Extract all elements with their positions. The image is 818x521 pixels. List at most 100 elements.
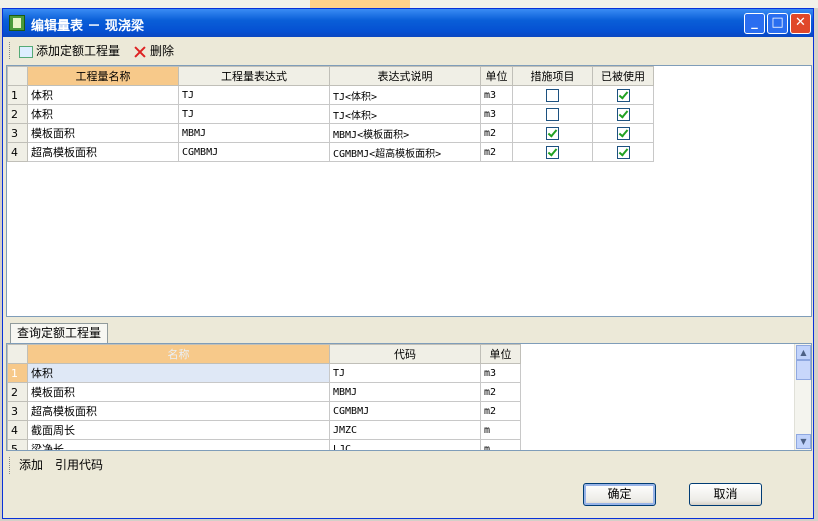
cell-used xyxy=(592,142,654,162)
cell-name[interactable]: 模板面积 xyxy=(27,123,179,143)
col-header-code[interactable]: 代码 xyxy=(329,344,481,364)
row-number-header xyxy=(7,344,28,364)
row-number: 3 xyxy=(7,401,28,421)
measure-checkbox[interactable] xyxy=(546,88,559,102)
used-checkbox[interactable] xyxy=(616,107,630,121)
cell-unit[interactable]: m2 xyxy=(480,123,513,143)
row-number: 2 xyxy=(7,382,28,402)
cell-name[interactable]: 体积 xyxy=(27,85,179,105)
minimize-button[interactable]: _ xyxy=(744,13,765,34)
measure-checkbox[interactable] xyxy=(546,107,559,121)
cell-unit[interactable]: m xyxy=(480,439,521,450)
col-header-unit[interactable]: 单位 xyxy=(480,344,521,364)
row-number: 4 xyxy=(7,420,28,440)
cell-code[interactable]: TJ xyxy=(329,363,481,383)
cell-measure xyxy=(512,104,593,124)
row-number: 5 xyxy=(7,439,28,450)
cell-code[interactable]: JMZC xyxy=(329,420,481,440)
table-row[interactable]: 2 体积 TJ TJ<体积> m3 xyxy=(7,104,654,124)
cell-expression[interactable]: MBMJ xyxy=(178,123,330,143)
cell-measure xyxy=(512,142,593,162)
app-icon xyxy=(9,15,25,31)
scroll-up-icon[interactable]: ▲ xyxy=(796,345,811,360)
used-checkbox[interactable] xyxy=(616,145,630,159)
cell-code[interactable]: CGMBMJ xyxy=(329,401,481,421)
quantity-grid: 工程量名称 工程量表达式 表达式说明 单位 措施项目 已被使用 1 体积 TJ TJ<… xyxy=(6,65,812,317)
cell-unit[interactable]: m2 xyxy=(480,401,521,421)
cell-unit[interactable]: m3 xyxy=(480,363,521,383)
toolbar: 添加定额工程量 删除 xyxy=(7,39,811,63)
table-row[interactable]: 2 模板面积 MBMJ m2 xyxy=(7,382,521,402)
cell-used xyxy=(592,123,654,143)
col-header-used[interactable]: 已被使用 xyxy=(592,66,654,86)
cell-unit[interactable]: m2 xyxy=(480,142,513,162)
table-row[interactable]: 4 超高模板面积 CGMBMJ CGMBMJ<超高模板面积> m2 xyxy=(7,142,654,162)
minimize-icon: _ xyxy=(751,15,758,30)
delete-icon xyxy=(133,46,147,58)
cell-name[interactable]: 截面周长 xyxy=(27,420,330,440)
cell-description[interactable]: TJ<体积> xyxy=(329,85,481,105)
cell-expression[interactable]: TJ xyxy=(178,85,330,105)
cell-name[interactable]: 超高模板面积 xyxy=(27,401,330,421)
delete-button[interactable]: 删除 xyxy=(133,42,174,60)
row-number: 2 xyxy=(7,104,28,124)
vertical-scrollbar[interactable]: ▲ ▼ xyxy=(794,344,811,450)
close-button[interactable]: ✕ xyxy=(790,13,811,34)
measure-checkbox[interactable] xyxy=(546,145,559,159)
measure-checkbox[interactable] xyxy=(546,126,559,140)
table-row[interactable]: 4 截面周长 JMZC m xyxy=(7,420,521,440)
cell-code[interactable]: MBMJ xyxy=(329,382,481,402)
cell-description[interactable]: CGMBMJ<超高模板面积> xyxy=(329,142,481,162)
add-quota-button[interactable]: 添加定额工程量 xyxy=(19,42,120,60)
toolbar-grip xyxy=(9,42,12,59)
quantity-table: 工程量名称 工程量表达式 表达式说明 单位 措施项目 已被使用 1 体积 TJ TJ<… xyxy=(7,66,654,162)
col-header-description[interactable]: 表达式说明 xyxy=(329,66,481,86)
col-header-name[interactable]: 工程量名称 xyxy=(27,66,179,86)
cell-description[interactable]: MBMJ<模板面积> xyxy=(329,123,481,143)
table-row[interactable]: 1 体积 TJ m3 xyxy=(7,363,521,383)
cell-unit[interactable]: m2 xyxy=(480,382,521,402)
col-header-measure[interactable]: 措施项目 xyxy=(512,66,593,86)
scroll-thumb[interactable] xyxy=(796,360,811,380)
query-actions-bar: 添加 引用代码 xyxy=(7,454,811,474)
table-row[interactable]: 5 梁净长 LJC m xyxy=(7,439,521,450)
window-title: 编辑量表 － 现浇梁 xyxy=(31,19,145,34)
maximize-icon: □ xyxy=(771,15,784,30)
query-table: 名称 代码 单位 1 体积 TJ m3 2 模板面积 MBMJ m2 3 超高模板面积 CGMBMJ… xyxy=(7,344,521,450)
row-number: 4 xyxy=(7,142,28,162)
scroll-down-icon[interactable]: ▼ xyxy=(796,434,811,449)
table-row[interactable]: 3 超高模板面积 CGMBMJ m2 xyxy=(7,401,521,421)
cell-name[interactable]: 模板面积 xyxy=(27,382,330,402)
cell-name[interactable]: 体积 xyxy=(27,363,330,383)
cell-unit[interactable]: m xyxy=(480,420,521,440)
add-row-icon xyxy=(19,45,33,58)
cell-unit[interactable]: m3 xyxy=(480,104,513,124)
cancel-button[interactable]: 取消 xyxy=(689,483,762,506)
cell-unit[interactable]: m3 xyxy=(480,85,513,105)
background-app-strip xyxy=(0,0,818,8)
query-grid: 名称 代码 单位 1 体积 TJ m3 2 模板面积 MBMJ m2 3 超高模板面积 CGMBMJ… xyxy=(6,343,812,451)
cell-expression[interactable]: CGMBMJ xyxy=(178,142,330,162)
table-row[interactable]: 1 体积 TJ TJ<体积> m3 xyxy=(7,85,654,105)
col-header-name[interactable]: 名称 xyxy=(27,344,330,364)
cell-name[interactable]: 梁净长 xyxy=(27,439,330,450)
cell-name[interactable]: 体积 xyxy=(27,104,179,124)
used-checkbox[interactable] xyxy=(616,88,630,102)
close-icon: ✕ xyxy=(795,15,806,30)
cell-expression[interactable]: TJ xyxy=(178,104,330,124)
cell-code[interactable]: LJC xyxy=(329,439,481,450)
used-checkbox[interactable] xyxy=(616,126,630,140)
table-row[interactable]: 3 模板面积 MBMJ MBMJ<模板面积> m2 xyxy=(7,123,654,143)
add-button[interactable]: 添加 xyxy=(19,456,43,473)
cell-description[interactable]: TJ<体积> xyxy=(329,104,481,124)
cell-used xyxy=(592,104,654,124)
maximize-button[interactable]: □ xyxy=(767,13,788,34)
toolbar-grip xyxy=(9,457,12,474)
col-header-expression[interactable]: 工程量表达式 xyxy=(178,66,330,86)
tab-query-quota[interactable]: 查询定额工程量 xyxy=(10,323,109,343)
cell-name[interactable]: 超高模板面积 xyxy=(27,142,179,162)
title-bar[interactable]: 编辑量表 － 现浇梁 _ □ ✕ xyxy=(3,9,813,37)
ok-button[interactable]: 确定 xyxy=(583,483,656,506)
col-header-unit[interactable]: 单位 xyxy=(480,66,513,86)
reference-code-button[interactable]: 引用代码 xyxy=(55,456,103,473)
